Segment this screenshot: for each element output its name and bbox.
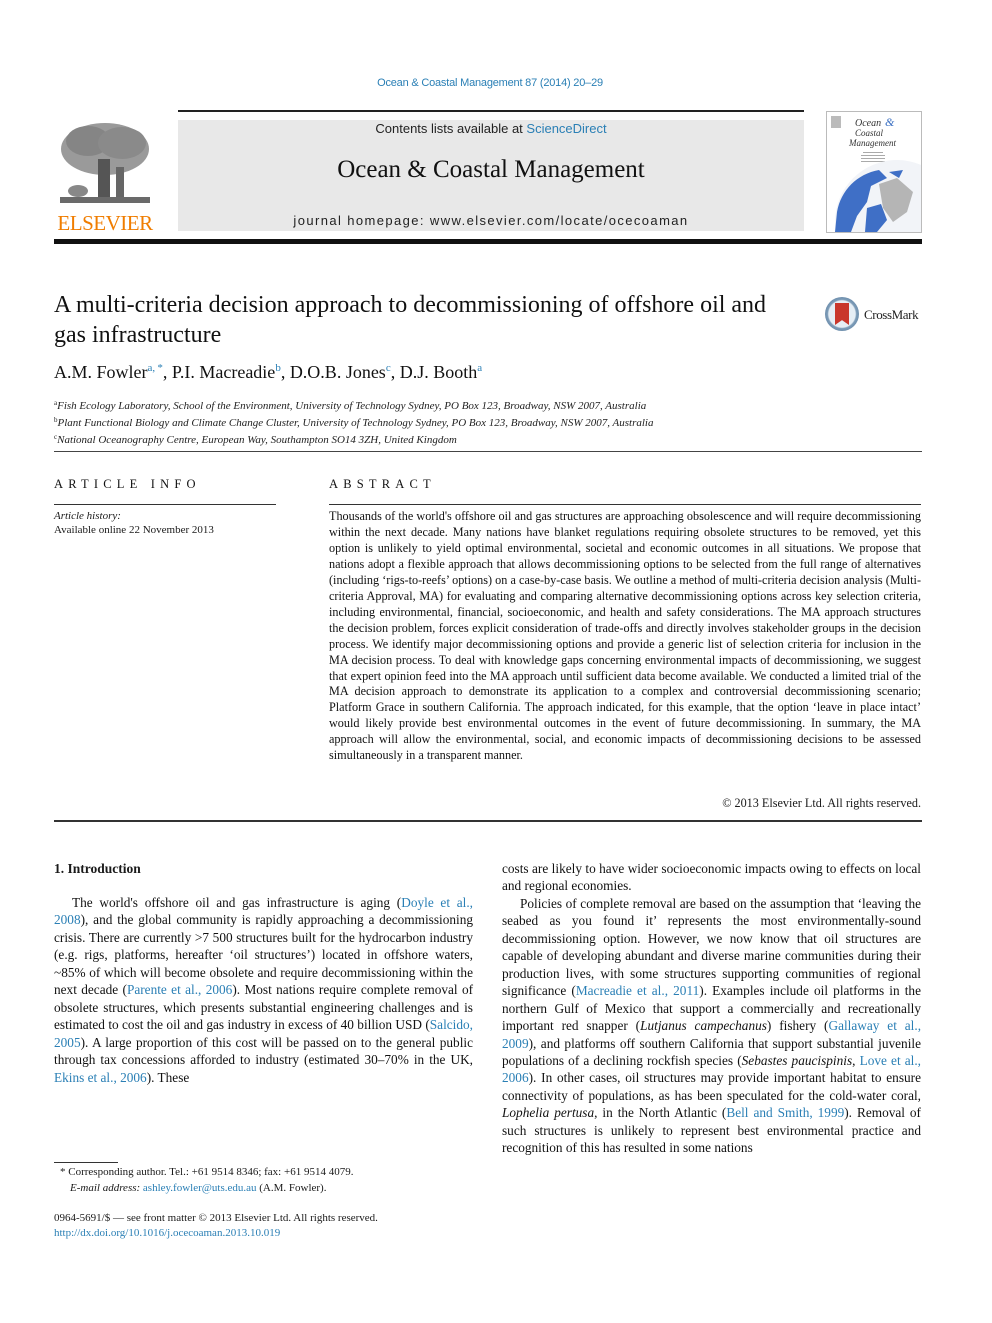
species-name: Sebastes paucispinis: [741, 1052, 853, 1068]
affiliation-text: Fish Ecology Laboratory, School of the E…: [57, 400, 647, 412]
citation-link[interactable]: Bell and Smith, 1999: [726, 1105, 844, 1120]
author-separator: ,: [162, 362, 172, 382]
intro-paragraph-2: Policies of complete removal are based o…: [502, 895, 921, 1157]
author-name[interactable]: D.O.B. Jones: [290, 362, 386, 382]
crossmark-badge[interactable]: CrossMark: [824, 296, 924, 334]
body-text: ) fishery (: [766, 1018, 829, 1034]
citation-link[interactable]: Ekins et al., 2006: [54, 1070, 147, 1085]
affiliation-text: Plant Functional Biology and Climate Cha…: [57, 417, 654, 429]
footnote-rule: [54, 1162, 118, 1163]
crossmark-label: CrossMark: [864, 307, 919, 322]
contents-prefix: Contents lists available at: [375, 121, 527, 136]
contents-line: Contents lists available at ScienceDirec…: [178, 121, 804, 136]
elsevier-logo[interactable]: ELSEVIER: [54, 119, 156, 234]
sciencedirect-link[interactable]: ScienceDirect: [526, 121, 606, 136]
svg-text:Coastal: Coastal: [855, 128, 884, 138]
affiliation-text: National Oceanography Centre, European W…: [57, 434, 457, 446]
affiliation-item: bPlant Functional Biology and Climate Ch…: [54, 413, 654, 430]
body-text: The world's offshore oil and gas infrast…: [72, 895, 402, 910]
species-name: Lophelia pertusa: [502, 1105, 595, 1121]
email-label: E-mail address:: [70, 1182, 143, 1194]
affiliation-item: cNational Oceanography Centre, European …: [54, 430, 654, 447]
affiliation-item: aFish Ecology Laboratory, School of the …: [54, 396, 654, 413]
corresponding-author-footnote: * Corresponding author. Tel.: +61 9514 8…: [60, 1164, 353, 1196]
author-list: A.M. Fowlera, *, P.I. Macreadieb, D.O.B.…: [54, 362, 482, 383]
author-separator: ,: [280, 362, 290, 382]
abstract-copyright: © 2013 Elsevier Ltd. All rights reserved…: [722, 796, 921, 810]
email-line: E-mail address: ashley.fowler@uts.edu.au…: [60, 1180, 353, 1196]
introduction-heading: 1. Introduction: [54, 861, 141, 876]
corresponding-author-line: * Corresponding author. Tel.: +61 9514 8…: [60, 1166, 354, 1178]
section-divider: [54, 451, 922, 452]
author-affiliation-mark[interactable]: a, *: [148, 362, 163, 374]
journal-masthead: Contents lists available at ScienceDirec…: [178, 120, 804, 231]
intro-paragraph-1-continued: costs are likely to have wider socioecon…: [502, 861, 921, 894]
body-text: ,: [852, 1052, 860, 1068]
body-text: ). These: [146, 1069, 190, 1085]
svg-text:Management: Management: [848, 138, 896, 148]
citation-link[interactable]: Parente et al., 2006: [127, 982, 232, 997]
article-info-heading: ARTICLE INFO: [54, 477, 201, 491]
intro-paragraph-1: The world's offshore oil and gas infrast…: [54, 894, 473, 1086]
citation-link[interactable]: Macreadie et al., 2011: [576, 983, 699, 998]
header-top-rule: [178, 110, 804, 112]
abstract-bottom-rule: [54, 820, 922, 822]
elsevier-tree-icon: [60, 123, 150, 203]
body-column-left: The world's offshore oil and gas infrast…: [54, 894, 473, 1086]
abstract-text: Thousands of the world's offshore oil an…: [329, 509, 921, 763]
issn-line: 0964-5691/$ — see front matter © 2013 El…: [54, 1212, 378, 1224]
article-title: A multi-criteria decision approach to de…: [54, 292, 767, 348]
abstract-heading: ABSTRACT: [329, 477, 436, 491]
header-thick-rule: [54, 239, 922, 244]
author-name[interactable]: A.M. Fowler: [54, 362, 148, 382]
cover-globe-icon: Ocean & Coastal Management: [831, 115, 921, 232]
email-suffix: (A.M. Fowler).: [256, 1182, 327, 1194]
doi-link[interactable]: http://dx.doi.org/10.1016/j.ocecoaman.20…: [54, 1226, 378, 1241]
species-name: Lutjanus campechanus: [640, 1018, 767, 1034]
elsevier-wordmark: ELSEVIER: [57, 211, 153, 235]
article-info-rule: [54, 504, 276, 505]
body-column-right: costs are likely to have wider socioecon…: [502, 860, 921, 1157]
body-text: ). A large proportion of this cost will …: [54, 1034, 473, 1068]
body-text: , in the North Atlantic (: [594, 1105, 727, 1121]
affiliation-list: aFish Ecology Laboratory, School of the …: [54, 396, 654, 447]
article-history-label: Article history:: [54, 510, 121, 522]
article-history-value: Available online 22 November 2013: [54, 524, 214, 536]
journal-title[interactable]: Ocean & Coastal Management: [178, 156, 804, 184]
body-text: ). In other cases, oil structures may pr…: [502, 1070, 921, 1103]
author-separator: ,: [390, 362, 400, 382]
author-affiliation-mark[interactable]: a: [477, 362, 482, 374]
svg-text:&: &: [885, 115, 895, 129]
journal-homepage[interactable]: journal homepage: www.elsevier.com/locat…: [178, 213, 804, 228]
front-matter: 0964-5691/$ — see front matter © 2013 El…: [54, 1211, 378, 1241]
abstract-rule: [329, 504, 921, 505]
journal-cover-thumbnail[interactable]: Ocean & Coastal Management: [826, 111, 922, 233]
author-name[interactable]: P.I. Macreadie: [172, 362, 275, 382]
running-head[interactable]: Ocean & Coastal Management 87 (2014) 20–…: [0, 77, 980, 89]
author-name[interactable]: D.J. Booth: [400, 362, 478, 382]
email-link[interactable]: ashley.fowler@uts.edu.au: [143, 1182, 257, 1194]
